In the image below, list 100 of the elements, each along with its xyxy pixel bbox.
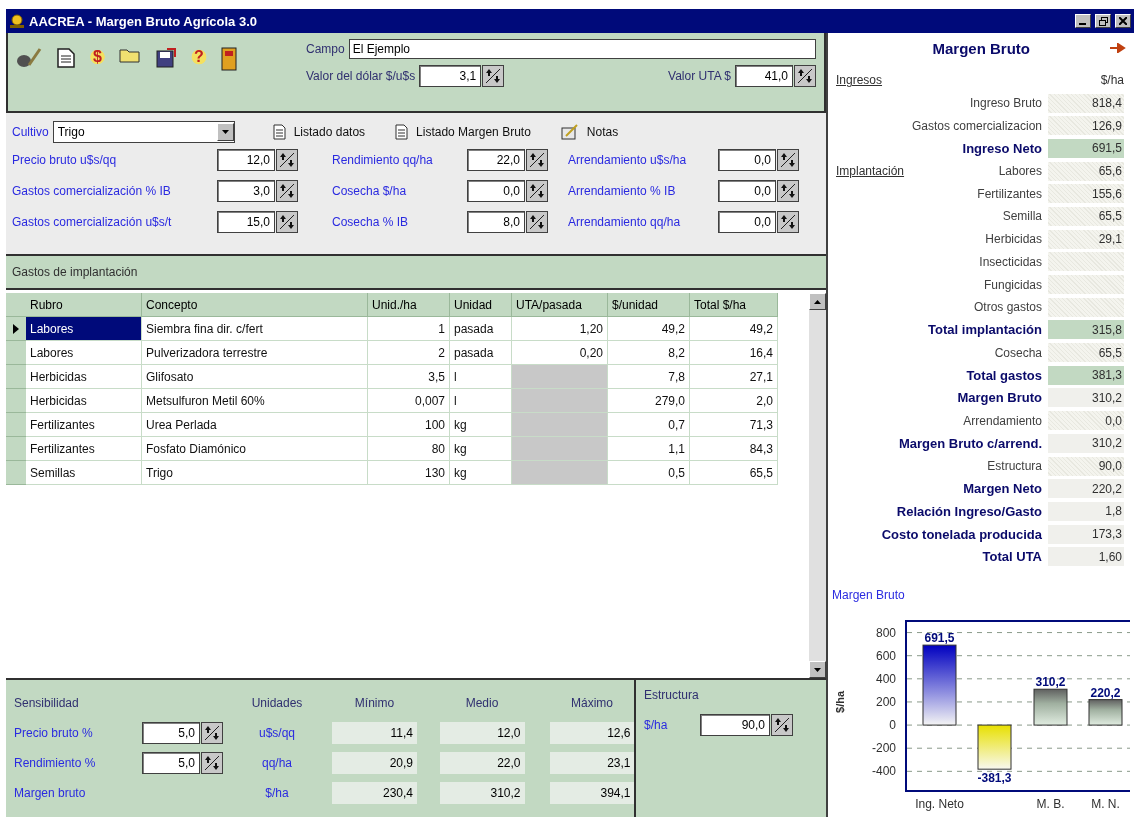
- scroll-up-button[interactable]: [809, 293, 826, 310]
- spin-button[interactable]: [276, 180, 298, 202]
- field-label: Rendimiento %: [14, 756, 97, 770]
- table-cell: Labores: [26, 341, 142, 365]
- table-cell: 2: [368, 341, 450, 365]
- summary-value: 65,6: [1048, 161, 1124, 181]
- bar-value-label: 691,5: [924, 631, 955, 646]
- number-field[interactable]: 12,0: [217, 149, 275, 171]
- output-field: 310,2: [439, 782, 525, 804]
- notepad-icon: [560, 124, 579, 140]
- column-header: Unidades: [251, 696, 303, 710]
- table-cell: 84,3: [690, 437, 778, 461]
- number-field[interactable]: 15,0: [217, 211, 275, 233]
- y-tick-label: -400: [871, 764, 896, 779]
- minimize-button[interactable]: [1075, 14, 1091, 28]
- column-header[interactable]: Unidad: [450, 293, 512, 317]
- spin-button[interactable]: [201, 722, 223, 744]
- spin-button[interactable]: [276, 149, 298, 171]
- toolbar-glyph[interactable]: ?: [190, 47, 207, 67]
- summary-label: Costo tonelada producida: [880, 526, 1043, 542]
- column-header: Mínimo: [354, 696, 395, 710]
- summary-value: 65,5: [1048, 343, 1124, 363]
- summary-value: 315,8: [1048, 320, 1124, 340]
- summary-label: Total UTA: [981, 549, 1043, 565]
- number-field[interactable]: 90,0: [700, 714, 770, 736]
- summary-value: 381,3: [1048, 365, 1124, 385]
- number-field[interactable]: 0,0: [718, 180, 776, 202]
- number-field[interactable]: 0,0: [718, 149, 776, 171]
- spin-button[interactable]: [526, 211, 548, 233]
- table-cell: Metsulfuron Metil 60%: [142, 389, 368, 413]
- x-tick-label: M. N.: [1091, 797, 1120, 811]
- y-tick-label: 400: [875, 671, 896, 686]
- window-title: AACREA - Margen Bruto Agrícola 3.0: [29, 13, 258, 29]
- report-button[interactable]: Listado datos: [272, 124, 366, 140]
- row-header[interactable]: [6, 317, 26, 341]
- spin-button[interactable]: [276, 211, 298, 233]
- document-icon[interactable]: [56, 47, 76, 69]
- up-down-arrows-icon: [528, 213, 546, 231]
- report-button[interactable]: Notas: [560, 124, 619, 140]
- toolbar-glyph[interactable]: $: [90, 47, 105, 67]
- maximize-button[interactable]: [1095, 14, 1111, 28]
- summary-label: Relación Ingreso/Gasto: [895, 503, 1043, 519]
- number-field[interactable]: 8,0: [467, 211, 525, 233]
- output-field: 12,6: [549, 722, 635, 744]
- bar-value-label: -381,3: [977, 771, 1012, 786]
- table-cell: l: [450, 365, 512, 389]
- bar: [977, 724, 1012, 770]
- number-field[interactable]: 3,0: [217, 180, 275, 202]
- column-header[interactable]: UTA/pasada: [512, 293, 608, 317]
- spin-button[interactable]: [777, 211, 799, 233]
- table-cell: 71,3: [690, 413, 778, 437]
- column-header[interactable]: Total $/ha: [690, 293, 778, 317]
- spin-button[interactable]: [794, 65, 816, 87]
- spin-button[interactable]: [201, 752, 223, 774]
- spin-button[interactable]: [482, 65, 505, 87]
- number-field[interactable]: 5,0: [142, 722, 200, 744]
- spin-button[interactable]: [526, 149, 548, 171]
- column-header[interactable]: $/unidad: [608, 293, 690, 317]
- output-field: 12,0: [439, 722, 525, 744]
- scroll-down-button[interactable]: [809, 661, 826, 678]
- number-field[interactable]: 0,0: [467, 180, 525, 202]
- table-cell: 49,2: [690, 317, 778, 341]
- text-field[interactable]: El Ejemplo: [348, 39, 816, 59]
- summary-label: Herbicidas: [984, 232, 1043, 247]
- table-cell: 1,1: [608, 437, 690, 461]
- output-field: 394,1: [549, 782, 635, 804]
- y-tick-label: 800: [875, 625, 896, 640]
- unit-label: $/ha: [1099, 73, 1124, 88]
- number-field[interactable]: 0,0: [718, 211, 776, 233]
- column-header[interactable]: Concepto: [142, 293, 368, 317]
- spin-button[interactable]: [777, 180, 799, 202]
- unit-label: $/ha: [265, 786, 289, 800]
- summary-value: 818,4: [1048, 93, 1124, 113]
- summary-value: 310,2: [1048, 433, 1124, 453]
- up-down-arrows-icon: [528, 151, 546, 169]
- summary-value: 29,1: [1048, 229, 1124, 249]
- table-cell: 65,5: [690, 461, 778, 485]
- summary-value: 90,0: [1048, 456, 1124, 476]
- column-header[interactable]: Unid./ha: [368, 293, 450, 317]
- table-cell: 0,20: [512, 341, 608, 365]
- brush-icon[interactable]: [16, 47, 42, 69]
- scrollbar[interactable]: [809, 293, 826, 678]
- number-field[interactable]: 5,0: [142, 752, 200, 774]
- column-header[interactable]: Rubro: [26, 293, 142, 317]
- right-arrow-icon[interactable]: [1110, 43, 1126, 53]
- book-icon[interactable]: [220, 47, 237, 71]
- table-cell: l: [450, 389, 512, 413]
- number-field[interactable]: 41,0: [735, 65, 793, 87]
- spin-button[interactable]: [771, 714, 793, 736]
- summary-value: 1,8: [1048, 501, 1124, 521]
- close-button[interactable]: [1115, 14, 1131, 28]
- folder-icon[interactable]: [118, 47, 141, 63]
- table-cell: Fertilizantes: [26, 413, 142, 437]
- dropdown[interactable]: Trigo: [52, 121, 235, 143]
- report-button[interactable]: Listado Margen Bruto: [395, 124, 531, 140]
- number-field[interactable]: 22,0: [467, 149, 525, 171]
- summary-value: 310,2: [1048, 388, 1124, 408]
- number-field[interactable]: 3,1: [419, 65, 482, 87]
- spin-button[interactable]: [777, 149, 799, 171]
- spin-button[interactable]: [526, 180, 548, 202]
